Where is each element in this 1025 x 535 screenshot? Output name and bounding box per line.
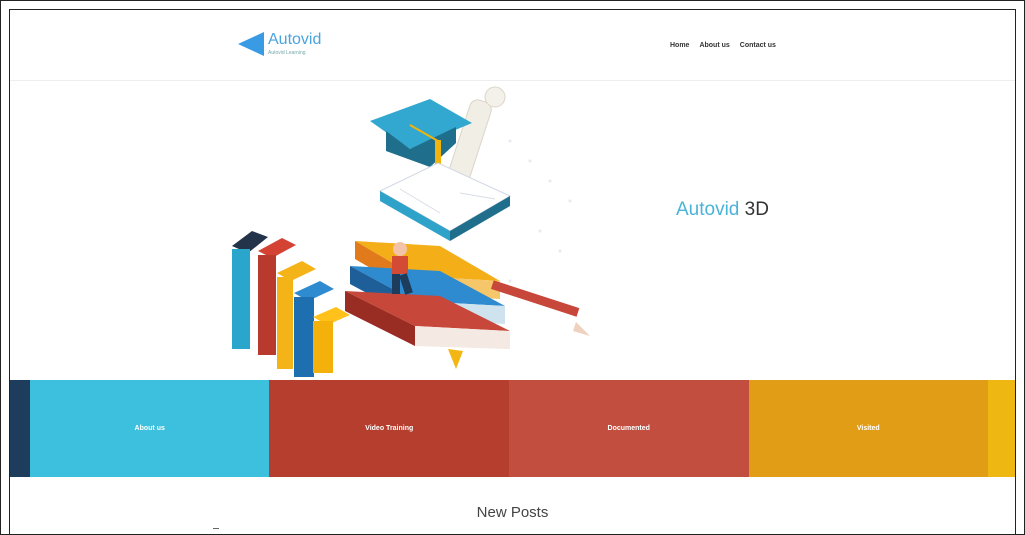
tile-about-us[interactable]: About us <box>29 380 270 477</box>
decorative-dash <box>213 528 219 529</box>
tile-edge-left <box>10 380 30 477</box>
hero-illustration <box>232 86 590 377</box>
hero-title: Autovid 3D <box>676 199 769 221</box>
frame-right-border <box>1015 9 1016 534</box>
tile-visited[interactable]: Visited <box>748 380 989 477</box>
tile-visited-label: Visited <box>856 425 880 432</box>
logo-arrow-icon <box>238 32 264 56</box>
tile-documented[interactable]: Documented <box>508 380 749 477</box>
hero-section: Autovid 3D <box>10 81 1015 379</box>
pencil-icon <box>490 280 590 336</box>
nav-contact-us[interactable]: Contact us <box>740 42 776 49</box>
new-posts-heading: New Posts <box>476 504 549 521</box>
category-strip: About us Video Training Documented Visit… <box>10 380 1015 477</box>
browser-frame: Autovid Autovid Learning Home About us C… <box>0 0 1025 535</box>
tile-video-training[interactable]: Video Training <box>269 380 509 477</box>
book-stack-icon <box>345 241 510 369</box>
logo-name: Autovid <box>268 31 322 48</box>
tile-video-training-label: Video Training <box>365 425 414 432</box>
logo-tagline: Autovid Learning <box>268 50 306 56</box>
upright-books-icon <box>232 231 350 377</box>
tile-documented-label: Documented <box>607 425 650 432</box>
nav-home[interactable]: Home <box>670 42 689 49</box>
tile-edge-right <box>988 380 1015 477</box>
tile-about-us-label: About us <box>134 425 165 432</box>
hero-title-brand: Autovid <box>676 199 740 220</box>
main-nav: Home About us Contact us <box>670 42 776 49</box>
nav-about-us[interactable]: About us <box>699 42 729 49</box>
hero-title-suffix: 3D <box>744 199 769 220</box>
site-logo[interactable]: Autovid Autovid Learning <box>238 32 321 56</box>
open-book-icon <box>378 162 512 241</box>
site-header: Autovid Autovid Learning Home About us C… <box>10 10 1015 81</box>
